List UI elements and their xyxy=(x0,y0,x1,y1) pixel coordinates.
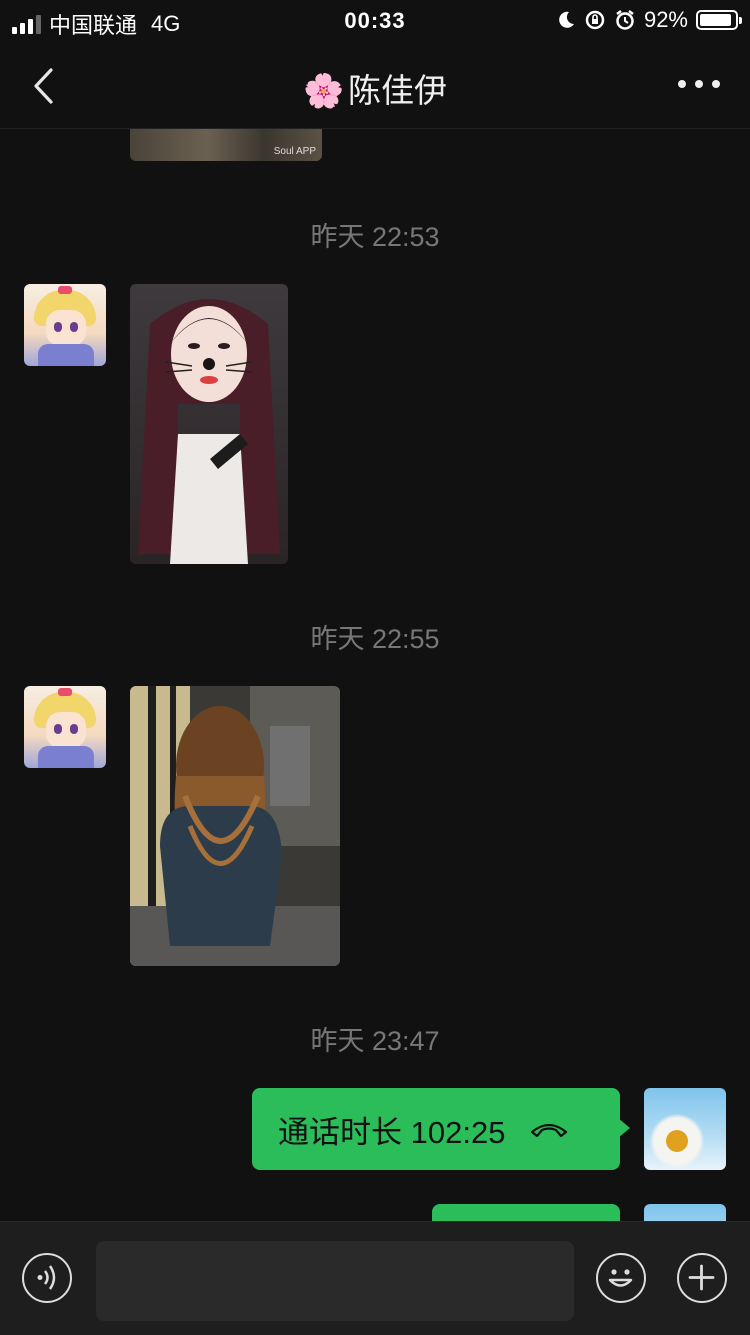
plus-icon[interactable] xyxy=(677,1253,727,1303)
voice-wave-icon xyxy=(37,1265,56,1290)
hair-salon-image xyxy=(130,686,340,966)
call-duration-text: 通话时长 102:25 xyxy=(278,1114,506,1150)
call-duration-bubble[interactable]: 通话时长 102:25 xyxy=(252,1088,630,1170)
phone-hangup-icon xyxy=(531,1123,568,1138)
my-avatar[interactable] xyxy=(644,1088,726,1170)
status-right: 92% xyxy=(556,7,742,33)
timestamp: 昨天 23:47 xyxy=(310,1026,440,1056)
smiley-face-icon xyxy=(608,1269,633,1287)
moon-icon xyxy=(559,11,574,28)
rotation-lock-icon xyxy=(585,10,605,30)
selfie-image xyxy=(130,284,288,564)
alarm-icon xyxy=(616,10,634,30)
battery-percent: 92% xyxy=(643,7,688,32)
contact-avatar[interactable] xyxy=(24,284,106,366)
message-input[interactable] xyxy=(96,1241,574,1321)
soul-watermark: Soul APP xyxy=(273,146,316,157)
outgoing-bubble-partial[interactable] xyxy=(432,1204,620,1221)
chat-title: 🌸 陈佳伊 xyxy=(0,64,750,112)
contact-avatar[interactable] xyxy=(24,686,106,768)
timestamp: 昨天 22:55 xyxy=(310,624,440,654)
contact-name: 陈佳伊 xyxy=(348,72,448,109)
photo-message-selfie[interactable] xyxy=(130,284,288,564)
plus-sign-icon xyxy=(688,1264,715,1291)
emoji-icon[interactable] xyxy=(596,1253,646,1303)
status-bar: 中国联通 4G 00:33 92% xyxy=(0,0,750,44)
input-bar xyxy=(0,1221,750,1335)
flower-emoji: 🌸 xyxy=(302,72,345,109)
voice-icon[interactable] xyxy=(22,1253,72,1303)
my-avatar[interactable] xyxy=(644,1204,726,1221)
timestamp: 昨天 22:53 xyxy=(310,222,440,252)
photo-message-hair[interactable] xyxy=(130,686,340,966)
nav-bar: 🌸 陈佳伊 xyxy=(0,44,750,129)
more-dots-icon[interactable] xyxy=(678,80,720,88)
chat-area[interactable]: Soul APP 昨天 22:53 昨天 22:55 昨天 23:47 通话时长… xyxy=(0,129,750,1221)
battery-icon xyxy=(696,10,742,30)
photo-message-partial[interactable]: Soul APP xyxy=(130,129,322,161)
